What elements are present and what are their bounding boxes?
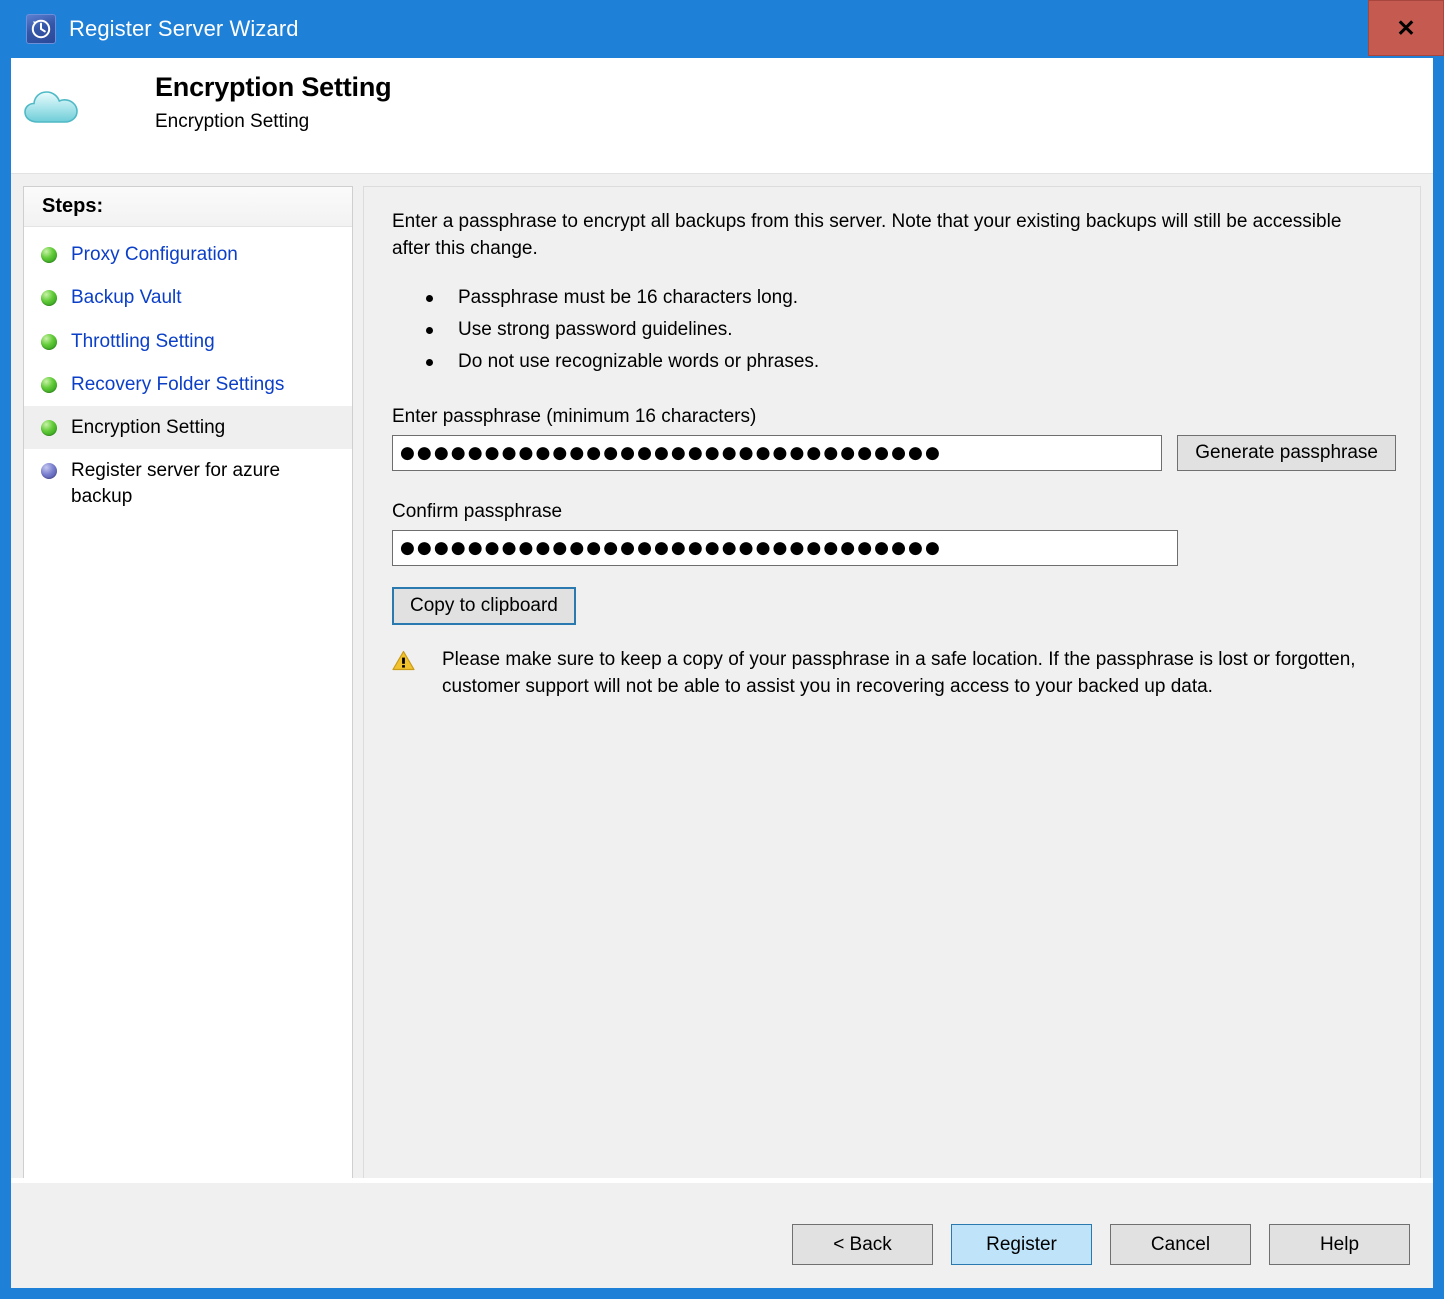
copy-to-clipboard-button[interactable]: Copy to clipboard <box>392 587 576 625</box>
confirm-passphrase-row: ●●●●●●●●●●●●●●●●●●●●●●●●●●●●●●●● <box>392 530 1396 566</box>
help-button[interactable]: Help <box>1269 1224 1410 1265</box>
cloud-icon <box>11 58 95 128</box>
page-header: Encryption Setting Encryption Setting <box>11 58 1433 174</box>
register-server-wizard-window: Register Server Wizard ✕ Encryption Sett… <box>0 0 1444 1299</box>
passphrase-label: Enter passphrase (minimum 16 characters) <box>392 406 1396 428</box>
step-status-icon <box>41 334 57 350</box>
sidebar-item-encryption-setting[interactable]: Encryption Setting <box>24 406 352 449</box>
step-status-icon <box>41 247 57 263</box>
list-item: Passphrase must be 16 characters long. <box>426 285 1396 312</box>
step-status-icon <box>41 420 57 436</box>
sidebar-item-label: Register server for azure backup <box>71 458 342 509</box>
sidebar-item-register-server-for-azure-backup[interactable]: Register server for azure backup <box>24 449 352 518</box>
sidebar-item-label: Recovery Folder Settings <box>71 372 284 397</box>
steps-list: Proxy Configuration Backup Vault Throttl… <box>24 227 352 518</box>
step-status-icon <box>41 377 57 393</box>
sidebar-item-label: Encryption Setting <box>71 415 225 440</box>
confirm-passphrase-label: Confirm passphrase <box>392 501 1396 523</box>
steps-heading-label: Steps: <box>42 195 103 218</box>
generate-passphrase-button[interactable]: Generate passphrase <box>1177 435 1396 471</box>
sidebar-item-recovery-folder-settings[interactable]: Recovery Folder Settings <box>24 363 352 406</box>
sidebar-item-proxy-configuration[interactable]: Proxy Configuration <box>24 233 352 276</box>
steps-sidebar: Steps: Proxy Configuration Backup Vault … <box>23 186 353 1178</box>
confirm-passphrase-input[interactable]: ●●●●●●●●●●●●●●●●●●●●●●●●●●●●●●●● <box>392 530 1178 566</box>
step-status-icon <box>41 290 57 306</box>
sidebar-item-label: Backup Vault <box>71 285 182 310</box>
body-area: Steps: Proxy Configuration Backup Vault … <box>11 175 1433 1178</box>
footer-button-bar: < Back Register Cancel Help <box>11 1178 1433 1288</box>
sidebar-item-label: Throttling Setting <box>71 329 215 354</box>
header-text-block: Encryption Setting Encryption Setting <box>95 58 391 133</box>
passphrase-input[interactable]: ●●●●●●●●●●●●●●●●●●●●●●●●●●●●●●●● <box>392 435 1162 471</box>
sidebar-item-throttling-setting[interactable]: Throttling Setting <box>24 320 352 363</box>
warning-message: Please make sure to keep a copy of your … <box>392 647 1396 701</box>
title-bar: Register Server Wizard ✕ <box>0 0 1444 58</box>
list-item: Use strong password guidelines. <box>426 317 1396 344</box>
backup-clock-icon <box>26 14 56 44</box>
step-status-icon <box>41 463 57 479</box>
back-button[interactable]: < Back <box>792 1224 933 1265</box>
sidebar-item-label: Proxy Configuration <box>71 242 238 267</box>
intro-text: Enter a passphrase to encrypt all backup… <box>392 209 1372 263</box>
warning-text: Please make sure to keep a copy of your … <box>442 647 1396 701</box>
page-title: Encryption Setting <box>155 72 391 103</box>
main-content-panel: Enter a passphrase to encrypt all backup… <box>363 186 1421 1178</box>
list-item: Do not use recognizable words or phrases… <box>426 349 1396 376</box>
page-subtitle: Encryption Setting <box>155 111 391 133</box>
close-button[interactable]: ✕ <box>1368 0 1444 56</box>
passphrase-row: ●●●●●●●●●●●●●●●●●●●●●●●●●●●●●●●● Generat… <box>392 435 1396 471</box>
title-bar-left: Register Server Wizard <box>0 0 299 58</box>
window-title: Register Server Wizard <box>69 16 299 42</box>
warning-triangle-icon <box>392 650 415 676</box>
register-button[interactable]: Register <box>951 1224 1092 1265</box>
steps-heading: Steps: <box>24 187 352 227</box>
cancel-button[interactable]: Cancel <box>1110 1224 1251 1265</box>
sidebar-item-backup-vault[interactable]: Backup Vault <box>24 276 352 319</box>
passphrase-rules-list: Passphrase must be 16 characters long. U… <box>392 285 1396 376</box>
